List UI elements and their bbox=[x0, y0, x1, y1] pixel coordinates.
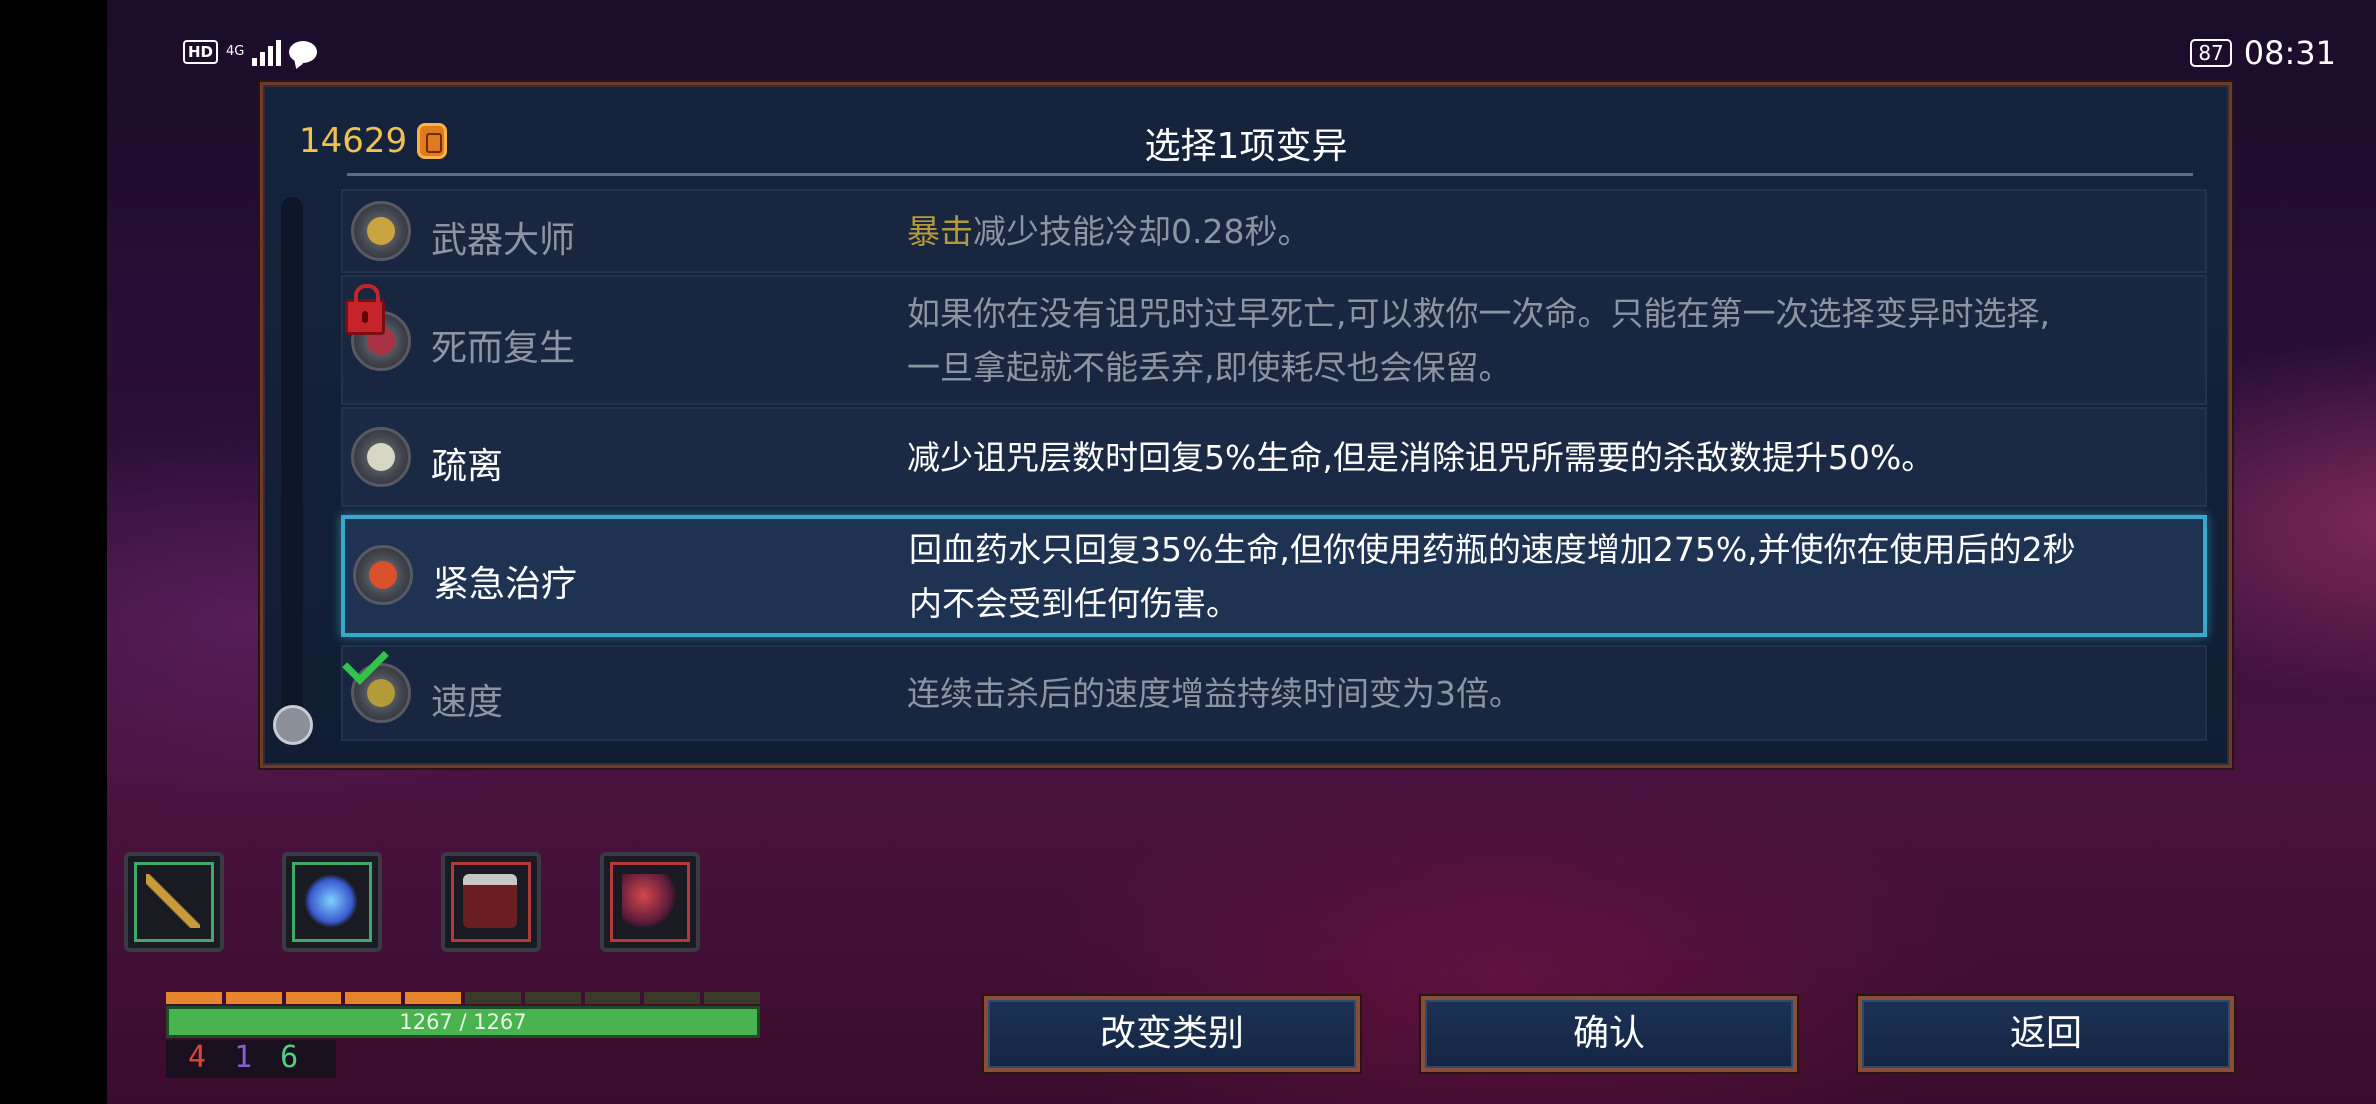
scrollbar-thumb[interactable] bbox=[273, 705, 313, 745]
mutation-row-emergency-triage[interactable]: 紧急治疗 回血药水只回复35%生命,但你使用药瓶的速度增加275%,并使你在使用… bbox=[341, 515, 2207, 637]
hd-icon: HD bbox=[183, 40, 219, 64]
mutation-name: 武器大师 bbox=[431, 220, 576, 261]
mutation-description: 暴击减少技能冷却0.28秒。 bbox=[907, 205, 2077, 259]
mana-bar bbox=[166, 992, 760, 1004]
weapon-master-icon bbox=[351, 201, 411, 261]
mutation-row-revive[interactable]: 死而复生 如果你在没有诅咒时过早死亡,可以救你一次命。只能在第一次选择变异时选择… bbox=[341, 275, 2207, 405]
survival-stat: 6 bbox=[280, 1040, 299, 1075]
tactics-stat: 1 bbox=[234, 1040, 253, 1075]
player-hud: 1267 / 1267 4 1 6 bbox=[166, 992, 760, 1078]
inventory-slot-crystal[interactable] bbox=[282, 852, 382, 952]
panel-title: 选择1项变异 bbox=[1144, 126, 1348, 167]
mutation-row-speed[interactable]: 速度 连续击杀后的速度增益持续时间变为3倍。 bbox=[341, 638, 2207, 741]
health-bar: 1267 / 1267 bbox=[166, 1006, 760, 1038]
potion-icon bbox=[353, 545, 413, 605]
dragon-icon bbox=[622, 874, 676, 928]
crit-keyword: 暴击 bbox=[907, 212, 973, 251]
mutation-name: 死而复生 bbox=[431, 328, 576, 369]
left-black-bar bbox=[0, 0, 107, 1104]
message-icon bbox=[289, 41, 318, 63]
mutation-name: 疏离 bbox=[431, 446, 504, 487]
stat-counters: 4 1 6 bbox=[166, 1040, 336, 1078]
mutation-description: 回血药水只回复35%生命,但你使用药瓶的速度增加275%,并使你在使用后的2秒内… bbox=[909, 530, 2076, 623]
skull-icon bbox=[351, 427, 411, 487]
mutation-row-weapon-master[interactable]: 武器大师 暴击减少技能冷却0.28秒。 bbox=[341, 189, 2207, 273]
bow-icon bbox=[146, 874, 200, 928]
mutation-description-text: 减少技能冷却0.28秒。 bbox=[973, 212, 1311, 251]
inventory-slot-dragon[interactable] bbox=[600, 852, 700, 952]
clock: 08:31 bbox=[2243, 34, 2336, 72]
battery-icon: 87 bbox=[2190, 39, 2232, 67]
mutation-row-alienation[interactable]: 疏离 减少诅咒层数时回复5%生命,但是消除诅咒所需要的杀敌数提升50%。 bbox=[341, 407, 2207, 507]
inventory-slot-turret[interactable] bbox=[441, 852, 541, 952]
mutation-name: 速度 bbox=[431, 682, 504, 723]
crystal-icon bbox=[304, 874, 358, 928]
title-divider bbox=[347, 173, 2193, 176]
mutation-name: 紧急治疗 bbox=[433, 564, 578, 605]
brutality-stat: 4 bbox=[188, 1040, 207, 1075]
inventory-slot-bow[interactable] bbox=[124, 852, 224, 952]
network-label: 4G bbox=[226, 44, 245, 59]
confirm-button[interactable]: 确认 bbox=[1421, 996, 1797, 1072]
change-category-button[interactable]: 改变类别 bbox=[984, 996, 1360, 1072]
lock-icon bbox=[345, 284, 385, 335]
mutation-description: 连续击杀后的速度增益持续时间变为3倍。 bbox=[907, 674, 1522, 713]
mutation-panel: 14629 选择1项变异 武器大师 暴击减少技能冷却0.28秒。 死而复生 如果… bbox=[260, 82, 2232, 768]
turret-icon bbox=[463, 874, 517, 928]
mutation-description: 如果你在没有诅咒时过早死亡,可以救你一次命。只能在第一次选择变异时选择,一旦拿起… bbox=[907, 294, 2050, 387]
mutation-description: 减少诅咒层数时回复5%生命,但是消除诅咒所需要的杀敌数提升50%。 bbox=[907, 438, 1935, 477]
scrollbar-track[interactable] bbox=[281, 197, 303, 732]
status-bar-left: HD 4G bbox=[183, 38, 318, 66]
status-bar-right: 87 08:31 bbox=[2190, 34, 2336, 72]
back-button[interactable]: 返回 bbox=[1858, 996, 2234, 1072]
signal-icon bbox=[252, 38, 282, 66]
